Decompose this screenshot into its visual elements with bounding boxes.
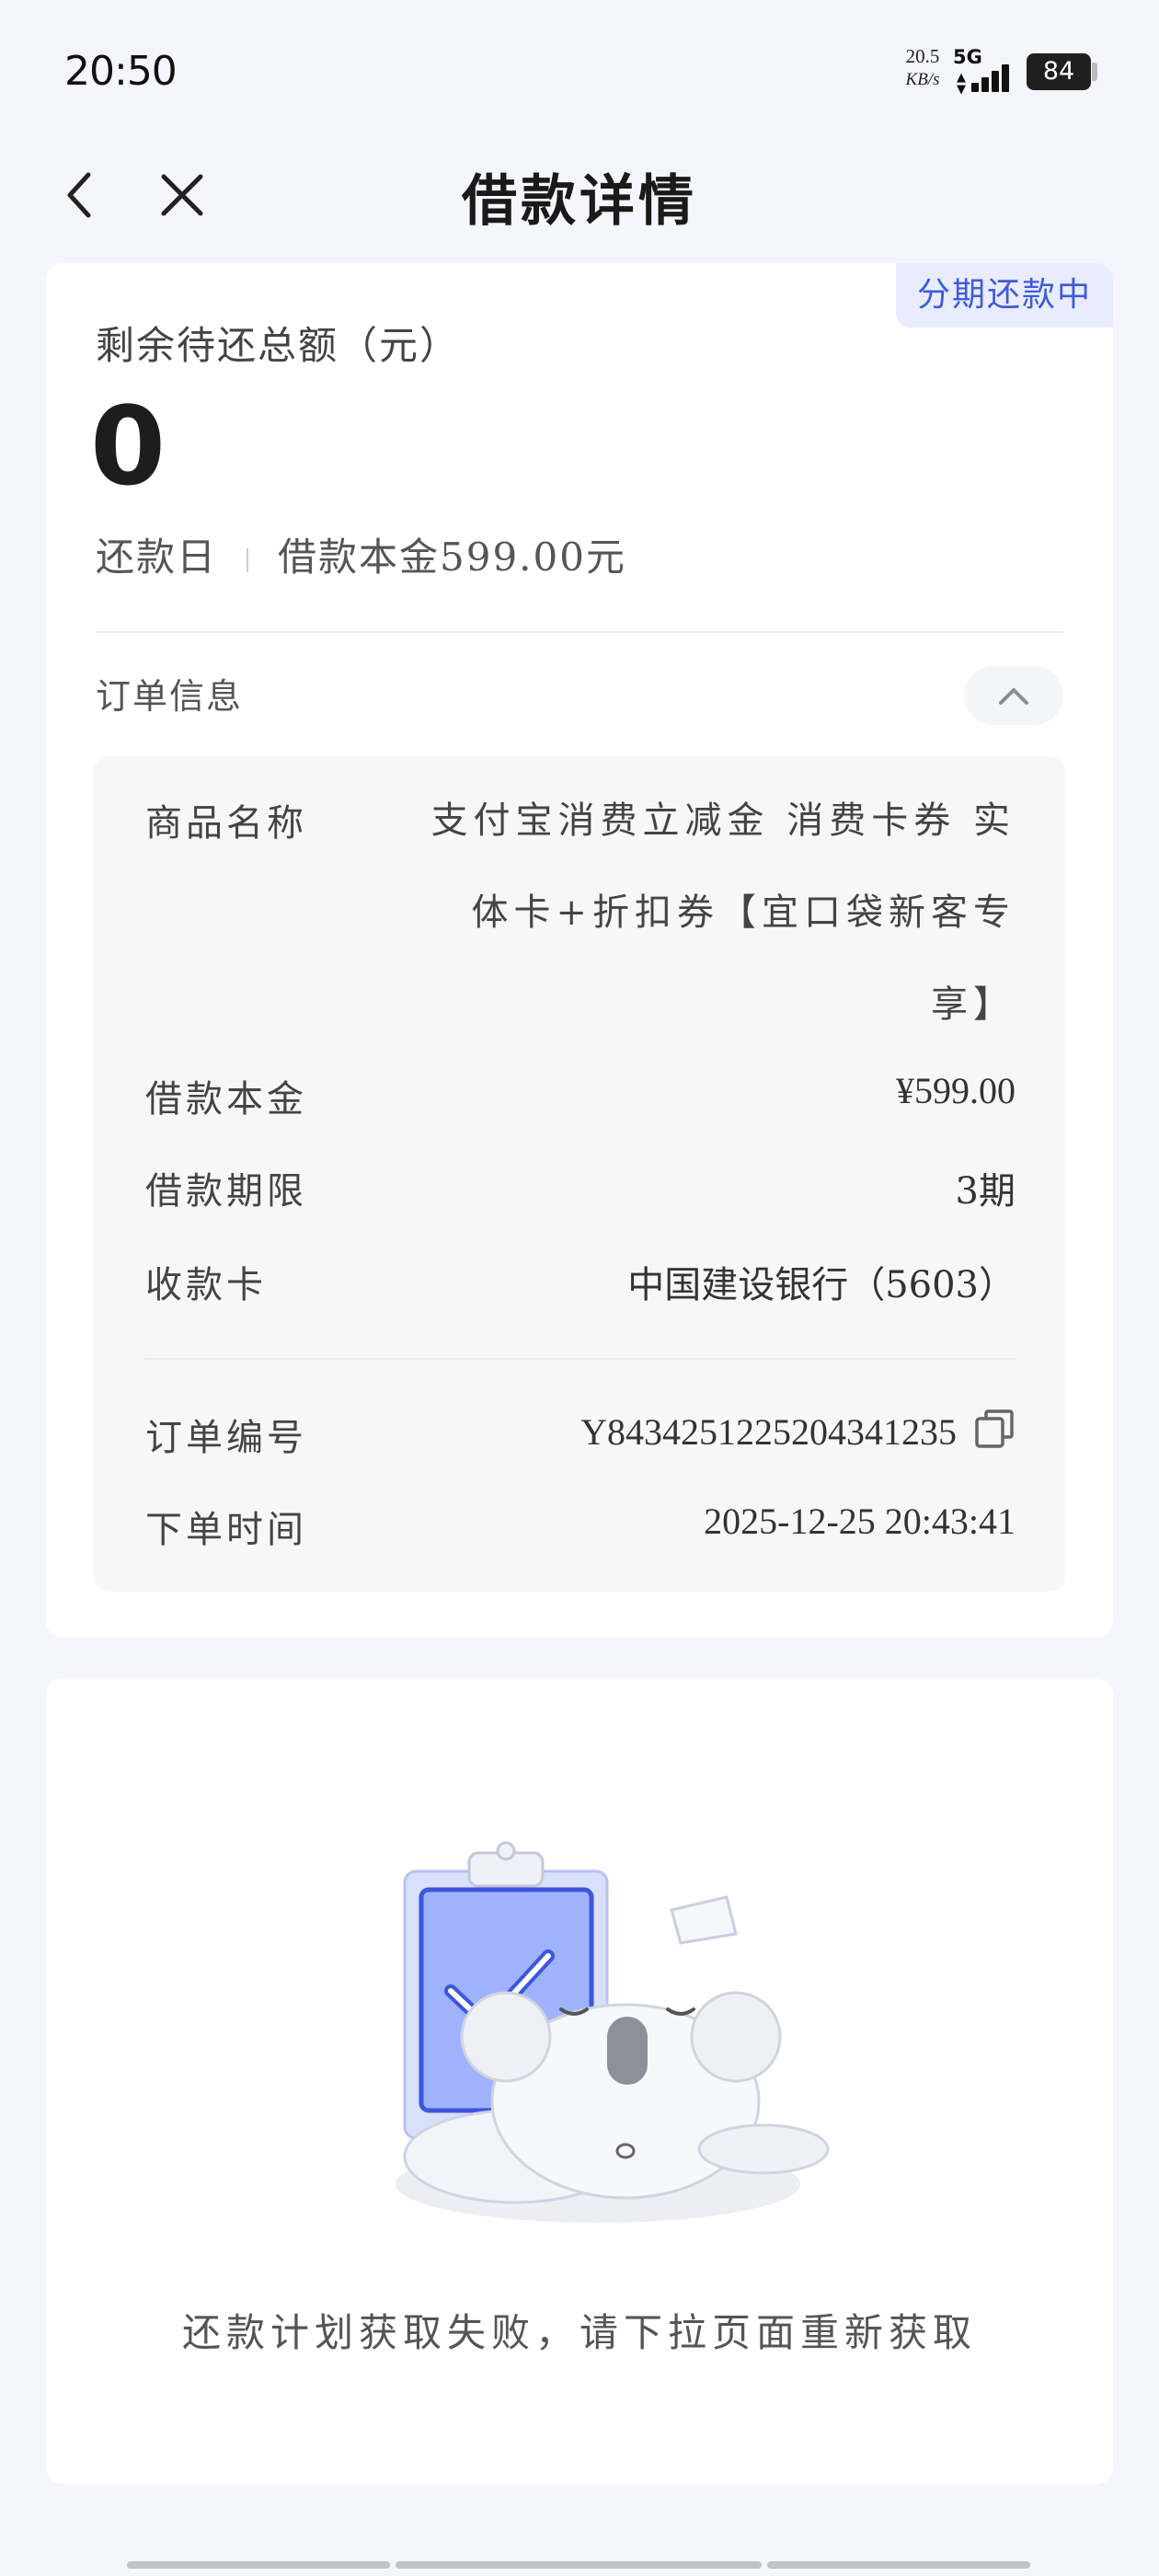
status-badge: 分期还款中 [896,263,1113,328]
order-info-label: 订单信息 [96,676,244,717]
repay-info-line: 还款日 借款本金599.00元 [96,526,626,582]
page-title: 借款详情 [462,169,697,234]
collapse-button[interactable] [964,666,1063,725]
principal-label: 借款本金 [145,1078,307,1121]
battery-icon: 84 [1027,53,1091,90]
product-name-value: 支付宝消费立减金 消费卡券 实体卡+折扣券【宜口袋新客专享】 [430,799,1016,1026]
card-value: 中国建设银行（5603） [627,1264,1016,1306]
copy-icon[interactable] [973,1408,1016,1459]
principal-summary: 借款本金599.00元 [278,535,626,580]
term-value: 3期 [955,1170,1016,1213]
order-number-label: 订单编号 [145,1417,307,1459]
product-name-label: 商品名称 [145,802,307,845]
repay-day-label: 还款日 [96,535,218,580]
order-detail-box: 商品名称 支付宝消费立减金 消费卡券 实体卡+折扣券【宜口袋新客专享】 借款本金… [94,756,1065,1592]
loan-summary-card: 分期还款中 剩余待还总额（元） 0 还款日 借款本金599.00元 订单信息 商品… [46,263,1113,1638]
sleeping-koala-clipboard-illustration [368,1825,846,2230]
home-indicator-segment [396,2561,762,2569]
network-speed-value: 20.5 [905,45,940,67]
order-time-value: 2025-12-25 20:43:41 [704,1501,1016,1542]
status-bar: 20:50 20.5 KB/s 5G ▲ ▼ 84 [0,0,1159,138]
principal-value: ¥599.00 [896,1070,1016,1111]
status-time: 20:50 [64,48,178,95]
chevron-up-icon [999,688,1028,705]
empty-state-message: 还款计划获取失败，请下拉页面重新获取 [181,2310,977,2355]
repay-plan-card: 还款计划获取失败，请下拉页面重新获取 [46,1678,1113,2484]
remaining-amount-value: 0 [90,383,166,510]
battery-tip [1092,63,1097,81]
order-time-label: 下单时间 [145,1509,307,1551]
network-speed-unit: KB/s [905,70,940,89]
divider [143,1358,1016,1360]
home-indicator-segment [767,2561,1030,2569]
order-number-value: Y8434251225204341235 [580,1411,957,1453]
remaining-amount-label: 剩余待还总额（元） [96,323,461,368]
card-label: 收款卡 [145,1264,267,1306]
home-indicator-segment [127,2561,390,2569]
network-speed: 20.5 KB/s [890,44,955,92]
data-arrows-icon: ▲ ▼ [957,71,966,97]
term-label: 借款期限 [145,1170,307,1213]
order-number-row: Y8434251225204341235 [580,1408,1016,1459]
separator [247,548,249,572]
signal-icon [971,61,1014,92]
divider [96,631,1063,633]
